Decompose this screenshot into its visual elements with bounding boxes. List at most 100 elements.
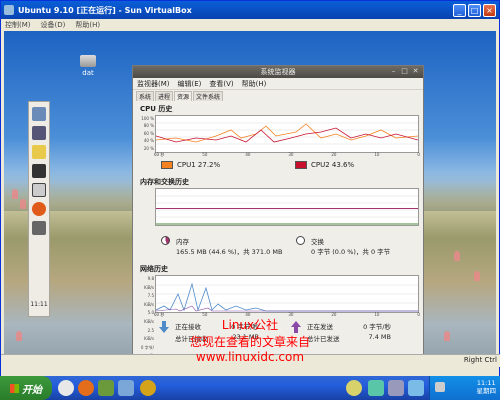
memory-history-title: 内存和交换历史 <box>140 178 189 186</box>
virtualbox-icon[interactable] <box>118 380 134 396</box>
tray-shield-icon[interactable] <box>435 382 445 392</box>
maximize-button[interactable]: □ <box>400 67 409 76</box>
ubuntu-logo-icon[interactable] <box>32 202 46 216</box>
memory-plot <box>156 195 418 225</box>
y-tick-label: 20 % <box>143 145 154 151</box>
tray-day: 星期四 <box>476 387 497 395</box>
menu-machine[interactable]: 控制(M) <box>5 20 31 30</box>
tray-app-icon[interactable] <box>368 380 384 396</box>
menu-help[interactable]: 帮助(H) <box>75 20 100 30</box>
close-button[interactable]: ✕ <box>411 67 420 76</box>
x-tick-label: 0 <box>417 152 420 157</box>
wallpaper-flamingo <box>12 189 18 199</box>
wallpaper-flamingo <box>20 199 26 209</box>
virtualbox-app-icon <box>4 5 14 15</box>
window-title: Ubuntu 9.10 [正在运行] - Sun VirtualBox <box>18 5 192 15</box>
computer-icon[interactable] <box>408 380 424 396</box>
volume-icon[interactable] <box>32 221 46 235</box>
system-monitor-titlebar[interactable]: 系统监视器 – □ ✕ <box>133 66 423 78</box>
x-tick-label: 50 <box>202 152 208 157</box>
send-line <box>156 305 418 312</box>
y-tick-label: 9.8 KiB/s <box>144 276 154 290</box>
wallpaper-flamingo <box>454 251 460 261</box>
tray-clock[interactable]: 11:11 星期四 <box>477 379 497 395</box>
folder-icon[interactable] <box>32 145 46 159</box>
memory-pie-icon[interactable] <box>161 236 170 245</box>
system-monitor-menubar: 监视器(M) 编辑(E) 查看(V) 帮助(H) <box>133 78 423 90</box>
host-desktop: Ubuntu 9.10 [正在运行] - Sun VirtualBox _ □ … <box>0 0 500 400</box>
browser-icon[interactable] <box>58 380 74 396</box>
desktop-icon-dat[interactable]: dat <box>73 55 103 77</box>
ubuntu-side-panel: 11:11 <box>28 101 50 317</box>
memory-history-graph <box>155 188 419 226</box>
menu-help[interactable]: 帮助(H) <box>242 79 267 89</box>
desktop-icon-label: dat <box>82 69 94 77</box>
menu-view[interactable]: 查看(V) <box>209 79 233 89</box>
start-button[interactable]: 开始 <box>0 376 52 400</box>
x-tick-label: 60 秒 <box>154 152 165 157</box>
watermark-line-2: 您现在查看的文章来自 <box>189 335 310 349</box>
start-label: 开始 <box>22 384 42 396</box>
wallpaper-flamingo <box>474 271 480 281</box>
cpu2-color-swatch[interactable] <box>295 161 307 169</box>
swap-label: 交换 <box>311 238 324 246</box>
guest-clock[interactable]: 11:11 <box>29 301 49 308</box>
minimize-button[interactable]: _ <box>453 3 466 17</box>
brush-icon[interactable] <box>32 107 46 121</box>
menu-devices[interactable]: 设备(D) <box>41 20 66 30</box>
receive-line <box>156 282 418 312</box>
firefox-icon[interactable] <box>78 380 94 396</box>
menu-edit[interactable]: 编辑(E) <box>178 79 202 89</box>
watermark-line-3: www.linuxidc.com <box>195 350 305 364</box>
tab-resources[interactable]: 资源 <box>174 91 193 101</box>
window-icon[interactable] <box>32 183 46 197</box>
system-monitor-tabs: 系统 进程 资源 文件系统 <box>133 90 423 101</box>
cpu2-label: CPU2 43.6% <box>311 161 355 169</box>
app-icon[interactable] <box>98 380 114 396</box>
y-tick-label: 80 % <box>143 123 154 129</box>
terminal-icon[interactable] <box>32 164 46 178</box>
cpu-history-title: CPU 历史 <box>140 105 173 113</box>
system-monitor-title: 系统监视器 <box>260 68 296 76</box>
menu-monitor[interactable]: 监视器(M) <box>137 79 170 89</box>
cpu-y-axis: 100 % 80 % 60 % 40 % 20 % <box>138 115 154 152</box>
memory-value: 165.5 MB (44.6 %)，共 371.0 MB <box>176 248 283 256</box>
minimize-button[interactable]: – <box>389 67 398 76</box>
flower-icon[interactable] <box>346 380 362 396</box>
network-icon[interactable] <box>388 380 404 396</box>
y-tick-label: 100 % <box>141 116 154 121</box>
virtualbox-menubar: 控制(M) 设备(D) 帮助(H) <box>1 19 499 31</box>
tab-filesystems[interactable]: 文件系统 <box>193 91 224 101</box>
x-tick-label: 30 <box>288 152 294 157</box>
drive-icon <box>80 55 96 67</box>
cpu-x-axis: 60 秒 50 40 30 20 10 0 <box>154 152 420 158</box>
watermark-line-1: Linux公社 <box>221 318 279 332</box>
watermark-text: Linux公社 您现在查看的文章来自 www.linuxidc.com <box>0 316 500 364</box>
virtualbox-titlebar[interactable]: Ubuntu 9.10 [正在运行] - Sun VirtualBox _ □ … <box>1 1 499 19</box>
tab-system[interactable]: 系统 <box>136 91 155 101</box>
swap-pie-icon[interactable] <box>296 236 305 245</box>
guest-desktop[interactable]: dat 11:11 系统监视器 – □ ✕ 监视器(M) 编辑(E) 查看(V)… <box>4 31 496 365</box>
swap-value: 0 字节 (0.0 %)，共 0 字节 <box>311 248 391 256</box>
ue-icon[interactable] <box>140 380 156 396</box>
windows-logo-icon <box>10 383 19 393</box>
y-tick-label: 40 % <box>143 138 154 144</box>
x-tick-label: 10 <box>374 152 380 157</box>
system-tray: 11:11 星期四 <box>429 376 500 400</box>
windows-taskbar: 开始 11:11 星期四 <box>0 376 500 400</box>
memory-legend: 内存 165.5 MB (44.6 %)，共 371.0 MB 交换 0 字节 … <box>161 236 423 256</box>
y-tick-label: 7.5 KiB/s <box>144 293 154 307</box>
x-tick-label: 40 <box>245 152 251 157</box>
network-history-title: 网络历史 <box>140 265 168 273</box>
maximize-button[interactable]: □ <box>468 3 481 17</box>
close-button[interactable]: × <box>483 3 496 17</box>
network-history-graph: 9.8 KiB/s 7.5 KiB/s 5.0 KiB/s 2.5 KiB/s … <box>141 275 420 358</box>
memory-label: 内存 <box>176 238 189 246</box>
x-tick-label: 20 <box>331 152 337 157</box>
tab-processes[interactable]: 进程 <box>155 91 174 101</box>
cpu1-color-swatch[interactable] <box>161 161 173 169</box>
cpu1-label: CPU1 27.2% <box>177 161 221 169</box>
y-tick-label: 60 % <box>143 130 154 136</box>
tray-time: 11:11 <box>476 379 496 387</box>
chart-icon[interactable] <box>32 126 46 140</box>
